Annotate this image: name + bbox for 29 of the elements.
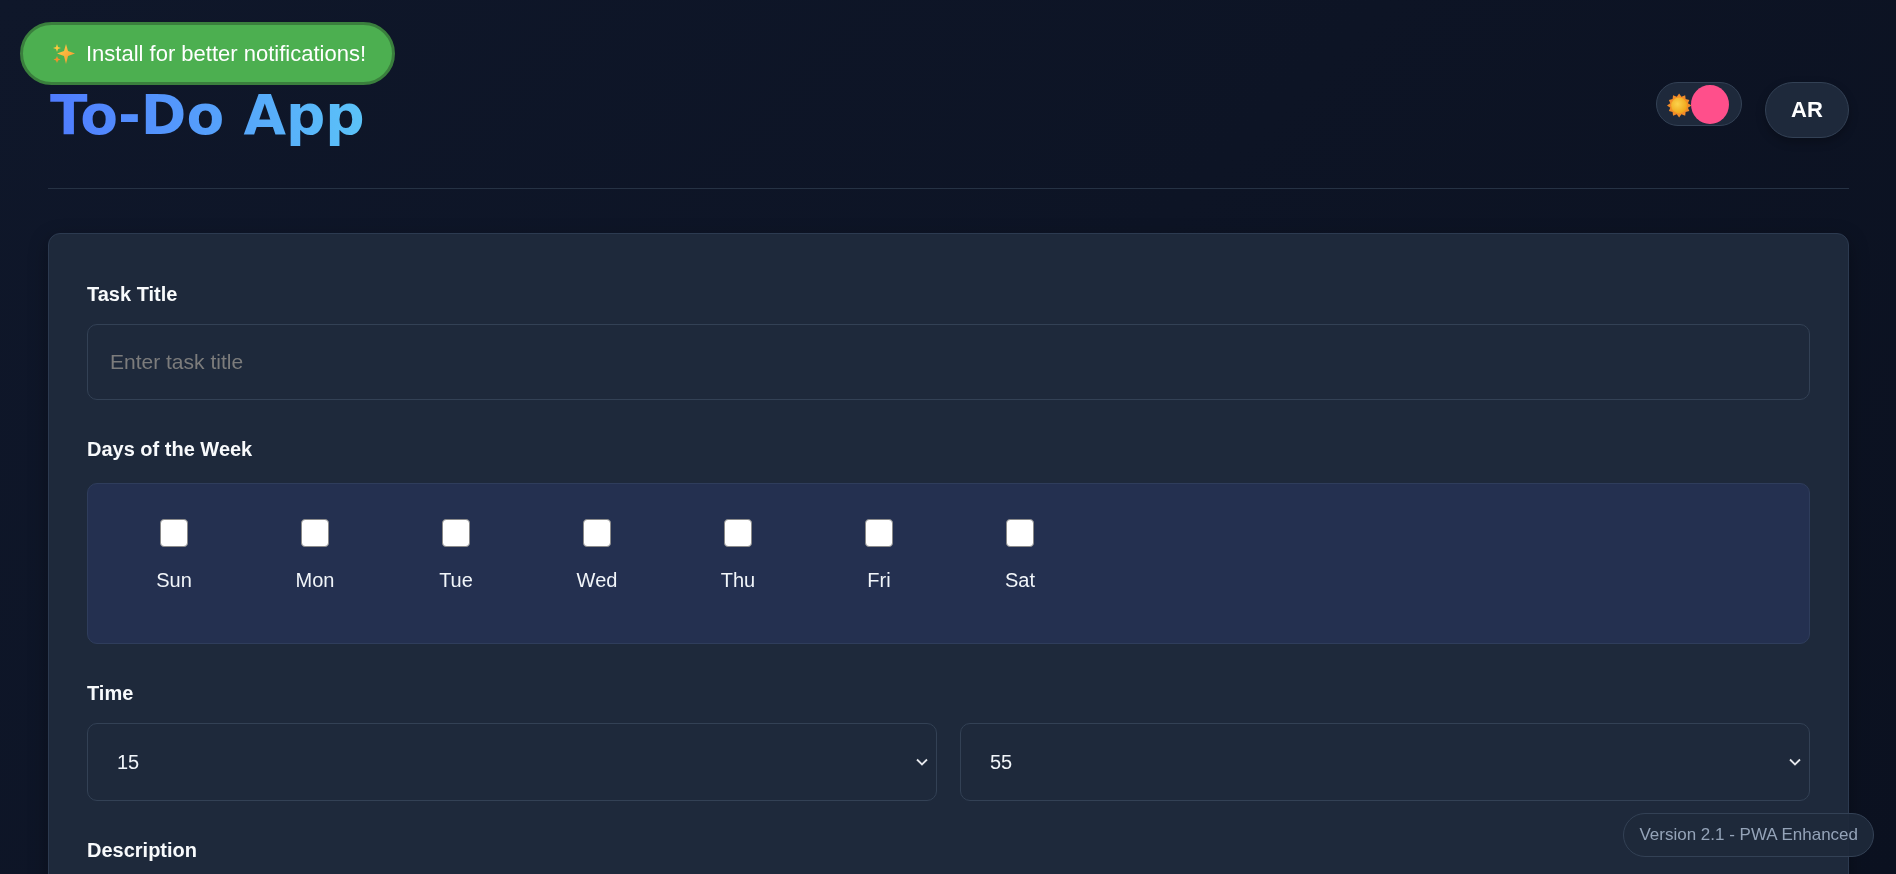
checkbox[interactable] [865, 519, 893, 547]
day-label: Sun [156, 568, 192, 593]
task-title-input[interactable]: Enter task title [87, 324, 1810, 400]
day-label: Wed [576, 568, 618, 593]
checkbox[interactable] [442, 519, 470, 547]
sparkles-icon [53, 43, 75, 64]
language-button[interactable]: AR [1765, 82, 1849, 138]
minute-select[interactable]: 55 [960, 723, 1810, 801]
toggle-knob [1691, 84, 1729, 124]
field-label: Time [87, 681, 134, 706]
chevron-down-icon [916, 758, 928, 766]
day-label: Tue [439, 568, 473, 593]
version-badge: Version 2.1 - PWA Enhanced [1623, 813, 1874, 857]
checkbox[interactable] [583, 519, 611, 547]
checkbox[interactable] [724, 519, 752, 547]
chevron-down-icon [1789, 758, 1801, 766]
day-label: Sat [1005, 568, 1035, 593]
day-label: Fri [867, 568, 891, 593]
day-label: Thu [720, 568, 756, 593]
theme-toggle[interactable] [1656, 82, 1742, 126]
hour-select[interactable]: 15 [87, 723, 937, 801]
field-label: Days of the Week [87, 437, 253, 462]
field-label: Task Title [87, 282, 178, 307]
checkbox[interactable] [301, 519, 329, 547]
field-label: Description [87, 838, 198, 863]
day-label: Mon [295, 568, 335, 593]
sun-icon [1667, 93, 1692, 118]
checkbox[interactable] [160, 519, 188, 547]
checkbox[interactable] [1006, 519, 1034, 547]
